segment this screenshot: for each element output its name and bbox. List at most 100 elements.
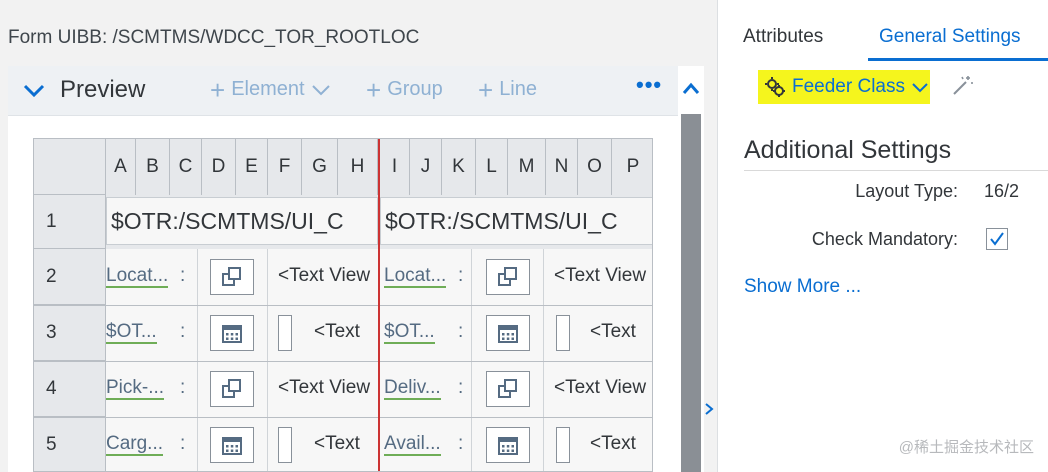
date-picker-button[interactable] xyxy=(210,427,254,463)
label-colon: : xyxy=(180,321,186,342)
add-element-button[interactable]: + Element xyxy=(210,77,331,103)
column-group-separator xyxy=(378,139,380,471)
column-header[interactable]: I xyxy=(380,139,410,195)
text-view[interactable]: <Text xyxy=(590,433,652,455)
field-label-pickup[interactable]: Pick-... xyxy=(106,377,165,400)
field-label-otr[interactable]: $OT... xyxy=(106,321,157,344)
row-header[interactable]: 2 xyxy=(34,249,106,305)
magic-wand-icon[interactable] xyxy=(950,74,974,98)
collapse-chevron-icon[interactable] xyxy=(22,78,46,102)
input-field[interactable] xyxy=(278,427,292,463)
text-view[interactable]: <Text xyxy=(314,321,376,343)
column-header[interactable]: D xyxy=(202,139,236,195)
text-view[interactable]: <Text View xyxy=(554,377,652,399)
preview-toolbar: Preview + Element + Group + Line ••• xyxy=(8,66,678,116)
row-header[interactable]: 5 xyxy=(34,417,106,471)
row-header[interactable]: 4 xyxy=(34,361,106,417)
column-header[interactable]: M xyxy=(508,139,546,195)
layout-type-label: Layout Type: xyxy=(855,181,958,201)
calendar-icon xyxy=(222,437,242,455)
value-help-icon xyxy=(222,267,241,286)
text-view[interactable]: <Text xyxy=(314,433,376,455)
chevron-down-icon xyxy=(311,84,330,95)
group-header-left[interactable]: $OTR:/SCMTMS/UI_C xyxy=(106,197,378,245)
field-label-availability[interactable]: Avail... xyxy=(384,433,441,456)
column-header[interactable]: J xyxy=(410,139,442,195)
grid-corner xyxy=(34,139,106,195)
value-help-button[interactable] xyxy=(486,259,530,295)
column-header[interactable]: G xyxy=(302,139,338,195)
watermark: @稀土掘金技术社区 xyxy=(898,439,1034,456)
text-view[interactable]: <Text View xyxy=(278,265,376,287)
add-line-label: Line xyxy=(499,78,537,100)
input-field[interactable] xyxy=(278,315,292,351)
section-divider xyxy=(744,170,1048,171)
row-header[interactable]: 3 xyxy=(34,305,106,361)
value-help-icon xyxy=(498,379,517,398)
field-label-delivery[interactable]: Deliv... xyxy=(384,377,441,400)
calendar-icon xyxy=(498,437,518,455)
scrollbar-thumb[interactable] xyxy=(681,114,701,472)
text-view[interactable]: <Text xyxy=(590,321,652,343)
check-mandatory-checkbox[interactable] xyxy=(986,228,1008,250)
date-picker-button[interactable] xyxy=(486,427,530,463)
vertical-scrollbar[interactable] xyxy=(678,66,704,472)
value-help-button[interactable] xyxy=(210,259,254,295)
calendar-icon xyxy=(222,325,242,343)
column-header[interactable]: L xyxy=(476,139,508,195)
checkmark-icon xyxy=(990,232,1004,246)
row-divider xyxy=(34,305,652,306)
value-help-button[interactable] xyxy=(210,371,254,407)
active-tab-indicator xyxy=(868,58,1048,61)
more-options-icon[interactable]: ••• xyxy=(636,72,662,98)
preview-title: Preview xyxy=(60,76,146,103)
column-header[interactable]: E xyxy=(236,139,268,195)
row-divider xyxy=(34,417,652,418)
date-picker-button[interactable] xyxy=(486,315,530,351)
add-group-button[interactable]: + Group xyxy=(366,77,443,103)
show-more-link[interactable]: Show More ... xyxy=(744,276,861,298)
text-view[interactable]: <Text View xyxy=(278,377,376,399)
field-label-location[interactable]: Locat... xyxy=(384,265,447,288)
column-header[interactable]: K xyxy=(442,139,476,195)
input-field[interactable] xyxy=(556,427,570,463)
add-group-label: Group xyxy=(387,78,443,100)
label-colon: : xyxy=(180,265,186,286)
label-colon: : xyxy=(180,433,186,454)
column-header[interactable]: B xyxy=(136,139,170,195)
column-header[interactable]: P xyxy=(612,139,652,195)
calendar-icon xyxy=(498,325,518,343)
column-header[interactable]: O xyxy=(578,139,612,195)
field-label-otr[interactable]: $OT... xyxy=(384,321,435,344)
input-field[interactable] xyxy=(556,315,570,351)
feeder-class-label: Feeder Class xyxy=(792,76,905,97)
scroll-up-icon[interactable] xyxy=(682,80,700,98)
row-divider xyxy=(34,361,652,362)
add-line-button[interactable]: + Line xyxy=(478,77,537,103)
add-element-label: Element xyxy=(231,78,305,100)
form-title: Form UIBB: /SCMTMS/WDCC_TOR_ROOTLOC xyxy=(8,27,420,48)
text-view[interactable]: <Text View xyxy=(554,265,652,287)
value-help-icon xyxy=(222,379,241,398)
check-mandatory-label: Check Mandatory: xyxy=(811,229,958,249)
form-editor-pane: Form UIBB: /SCMTMS/WDCC_TOR_ROOTLOC Prev… xyxy=(0,0,706,472)
tab-general-settings[interactable]: General Settings xyxy=(879,26,1021,48)
column-header[interactable]: C xyxy=(170,139,202,195)
tab-attributes[interactable]: Attributes xyxy=(743,26,823,48)
column-header[interactable]: F xyxy=(268,139,302,195)
field-label-cargo[interactable]: Carg... xyxy=(106,433,164,456)
row-header[interactable]: 1 xyxy=(34,195,106,249)
group-header-right[interactable]: $OTR:/SCMTMS/UI_C xyxy=(380,197,652,245)
column-header[interactable]: H xyxy=(338,139,378,195)
layout-grid: A B C D E F G H I J K L M N O P 1 2 3 4 … xyxy=(33,138,653,472)
column-header[interactable]: N xyxy=(546,139,578,195)
feeder-class-menu-button[interactable]: Feeder Class xyxy=(758,70,930,104)
date-picker-button[interactable] xyxy=(210,315,254,351)
label-colon: : xyxy=(180,377,186,398)
value-help-button[interactable] xyxy=(486,371,530,407)
chevron-right-icon[interactable] xyxy=(703,402,715,416)
field-label-location[interactable]: Locat... xyxy=(106,265,169,288)
layout-type-value: 16/2 xyxy=(984,181,1020,201)
label-colon: : xyxy=(458,321,464,342)
column-header[interactable]: A xyxy=(106,139,136,195)
